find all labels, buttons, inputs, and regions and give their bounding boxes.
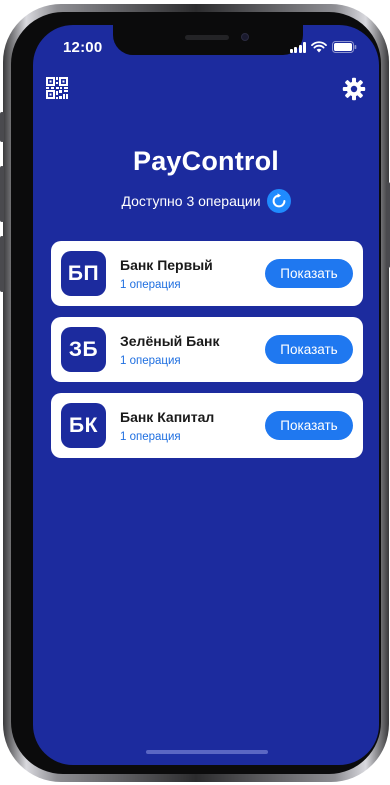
- show-button[interactable]: Показать: [265, 259, 353, 288]
- available-operations-row: Доступно 3 операции: [33, 189, 379, 213]
- qr-code-icon[interactable]: [46, 77, 68, 99]
- show-button[interactable]: Показать: [265, 411, 353, 440]
- volume-down-button: [0, 236, 4, 292]
- bank-list: БП Банк Первый 1 операция Показать ЗБ Зе…: [51, 241, 363, 469]
- bank-logo: ЗБ: [61, 327, 106, 372]
- bank-name: Банк Первый: [120, 257, 213, 273]
- status-icons: [289, 41, 358, 53]
- available-operations-text: Доступно 3 операции: [121, 193, 261, 209]
- home-indicator[interactable]: [146, 750, 268, 754]
- notch: [113, 25, 303, 55]
- bank-logo: БП: [61, 251, 106, 296]
- bank-operations-count[interactable]: 1 операция: [120, 431, 181, 443]
- bank-name: Банк Капитал: [120, 409, 215, 425]
- bank-name: Зелёный Банк: [120, 333, 220, 349]
- wifi-icon: [311, 41, 327, 53]
- bank-card: БП Банк Первый 1 операция Показать: [51, 241, 363, 306]
- earpiece-speaker: [185, 35, 229, 40]
- show-button[interactable]: Показать: [265, 335, 353, 364]
- mute-switch: [0, 112, 4, 142]
- front-camera: [241, 33, 249, 41]
- refresh-icon: [272, 193, 285, 208]
- gear-icon[interactable]: [342, 77, 366, 101]
- refresh-button[interactable]: [266, 189, 291, 213]
- bank-logo: БК: [61, 403, 106, 448]
- cellular-signal-icon: [289, 41, 306, 53]
- bank-card: ЗБ Зелёный Банк 1 операция Показать: [51, 317, 363, 382]
- app-title: PayControl: [132, 146, 280, 176]
- bank-operations-count[interactable]: 1 операция: [120, 355, 181, 367]
- app-screen: 12:00 PayControl Доступно 3 операции БП …: [33, 25, 379, 765]
- power-button: [386, 182, 390, 268]
- battery-icon: [332, 41, 357, 53]
- bank-operations-count[interactable]: 1 операция: [120, 279, 181, 291]
- status-time: 12:00: [63, 39, 103, 56]
- volume-up-button: [0, 166, 4, 222]
- bank-card: БК Банк Капитал 1 операция Показать: [51, 393, 363, 458]
